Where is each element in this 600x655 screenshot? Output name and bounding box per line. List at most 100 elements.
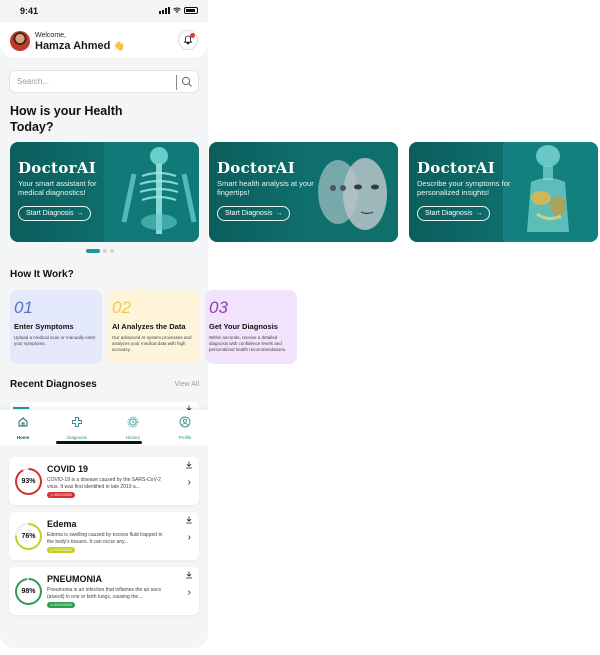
download-button[interactable] (183, 514, 195, 525)
confidence-percent: 93% (21, 478, 36, 485)
diagnosis-card[interactable]: 93% COVID 19 COVID-19 is a disease cause… (9, 457, 199, 505)
battery-icon (184, 7, 198, 14)
chevron-right-icon[interactable]: › (188, 587, 191, 598)
banner-brand: DoctorAI (18, 159, 97, 177)
recent-diagnoses-list: 93% COVID 19 COVID-19 is a disease cause… (0, 445, 208, 648)
step-title: Enter Symptoms (14, 322, 74, 331)
profile-icon (179, 416, 191, 428)
plus-icon (72, 417, 82, 427)
start-diagnosis-button[interactable]: Start Diagnosis → (217, 206, 291, 221)
carousel-dot[interactable] (86, 249, 100, 253)
how-it-works-title: How It Work? (10, 269, 74, 280)
user-name-text: Hamza Ahmed (35, 40, 111, 52)
banner-brand: DoctorAI (217, 159, 296, 177)
diagnosis-date: 02/12/2025 (54, 603, 72, 607)
tab-label: Diagnosis (67, 435, 87, 440)
search-divider (176, 75, 177, 90)
tab-profile[interactable]: Profile (170, 415, 200, 440)
arrow-right-icon: → (76, 210, 84, 217)
carousel-indicator (86, 249, 114, 253)
chevron-right-icon[interactable]: › (188, 532, 191, 543)
diagnosis-name: COVID 19 (47, 464, 89, 474)
diagnosis-description: COVID-19 is a disease caused by the SARS… (47, 477, 161, 490)
confidence-ring-inner: 76% (17, 525, 40, 548)
status-bar: 9:41 (0, 0, 208, 22)
diagnosis-name: PNEUMONIA (47, 574, 103, 584)
screen: 9:41 Welcome, Hamza Ahmed 👋 Search... Ho… (0, 0, 600, 655)
bottom-tab-bar: Home Diagnosis History Profile (0, 410, 208, 445)
banner-card[interactable]: DoctorAI Your smart assistant for medica… (10, 142, 199, 242)
search-icon[interactable] (181, 76, 193, 88)
arrow-right-icon: → (275, 210, 283, 217)
start-diagnosis-button[interactable]: Start Diagnosis → (417, 206, 491, 221)
home-icon (18, 417, 28, 427)
diagnosis-card[interactable]: 98% PNEUMONIA Pneumonia is an infection … (9, 567, 199, 615)
search-placeholder: Search... (17, 77, 50, 86)
diagnosis-date: 09/12/2025 (54, 493, 72, 497)
download-icon (186, 516, 192, 523)
tab-label: Profile (178, 435, 192, 440)
step-description: Within seconds, receive a detailed diagn… (209, 335, 287, 352)
step-number: 01 (14, 298, 33, 317)
tab-label: Home (16, 435, 30, 440)
step-number: 03 (209, 298, 228, 317)
wave-emoji: 👋 (113, 41, 125, 51)
download-button[interactable] (183, 459, 195, 470)
status-icons (159, 7, 198, 14)
user-name: Hamza Ahmed 👋 (35, 40, 125, 52)
view-all-link[interactable]: View All (175, 381, 199, 388)
notification-dot (190, 33, 195, 38)
confidence-percent: 98% (21, 588, 36, 595)
home-indicator (56, 441, 142, 444)
tab-home[interactable]: Home (8, 415, 38, 440)
diagnosis-card[interactable]: 76% Edema Edema is swelling caused by ex… (9, 512, 199, 560)
wifi-icon (173, 7, 181, 13)
tab-diagnosis[interactable]: Diagnosis (62, 415, 92, 440)
confidence-ring: 98% (15, 578, 42, 605)
step-description: Our advanced AI system processes and ana… (112, 335, 192, 352)
step-description: Upload a medical scan or manually enter … (14, 335, 96, 346)
carousel-dot[interactable] (103, 249, 107, 253)
step-card: 02 AI Analyzes the Data Our advanced AI … (108, 290, 200, 364)
diagnosis-date: 14/12/2024 (54, 548, 72, 552)
search-input[interactable]: Search... (9, 70, 199, 93)
recent-diagnoses-title: Recent Diagnoses (10, 379, 97, 390)
confidence-percent: 76% (21, 533, 36, 540)
confidence-ring: 76% (15, 523, 42, 550)
date-badge: ◷ 02/12/2025 (47, 602, 75, 608)
download-icon (186, 571, 192, 578)
status-time: 9:41 (20, 6, 39, 16)
banner-card[interactable]: DoctorAI Smart health analysis at your f… (209, 142, 398, 242)
diagnosis-name: Edema (47, 519, 77, 529)
tab-label: History (125, 435, 140, 440)
signal-icon (159, 7, 170, 14)
button-label: Start Diagnosis (225, 210, 273, 217)
banner-card[interactable]: DoctorAI Describe your symptoms for pers… (409, 142, 598, 242)
history-icon (127, 416, 139, 428)
diagnosis-description: Edema is swelling caused by excess fluid… (47, 532, 163, 545)
arrow-right-icon: → (475, 210, 483, 217)
chevron-right-icon[interactable]: › (188, 477, 191, 488)
button-label: Start Diagnosis (26, 210, 74, 217)
download-icon (186, 461, 192, 468)
card-accent (13, 407, 29, 409)
banner-subtitle: Your smart assistant for medical diagnos… (18, 179, 97, 197)
tab-history[interactable]: History (118, 415, 148, 440)
banner-brand: DoctorAI (417, 159, 496, 177)
notification-button[interactable] (178, 30, 198, 50)
date-badge: ◷ 14/12/2024 (47, 547, 75, 553)
page-title: How is your Health Today? (10, 104, 123, 134)
confidence-ring-inner: 93% (17, 470, 40, 493)
start-diagnosis-button[interactable]: Start Diagnosis → (18, 206, 92, 221)
download-button[interactable] (183, 569, 195, 580)
banner-subtitle: Describe your symptoms for personalized … (417, 179, 511, 197)
avatar[interactable] (10, 31, 30, 51)
banner-subtitle: Smart health analysis at your fingertips… (217, 179, 314, 197)
app-header: Welcome, Hamza Ahmed 👋 (0, 22, 208, 58)
date-badge: ◷ 09/12/2025 (47, 492, 75, 498)
step-card: 01 Enter Symptoms Upload a medical scan … (10, 290, 102, 364)
confidence-ring-inner: 98% (17, 580, 40, 603)
carousel-dot[interactable] (110, 249, 114, 253)
step-number: 02 (112, 298, 131, 317)
confidence-ring: 93% (15, 468, 42, 495)
